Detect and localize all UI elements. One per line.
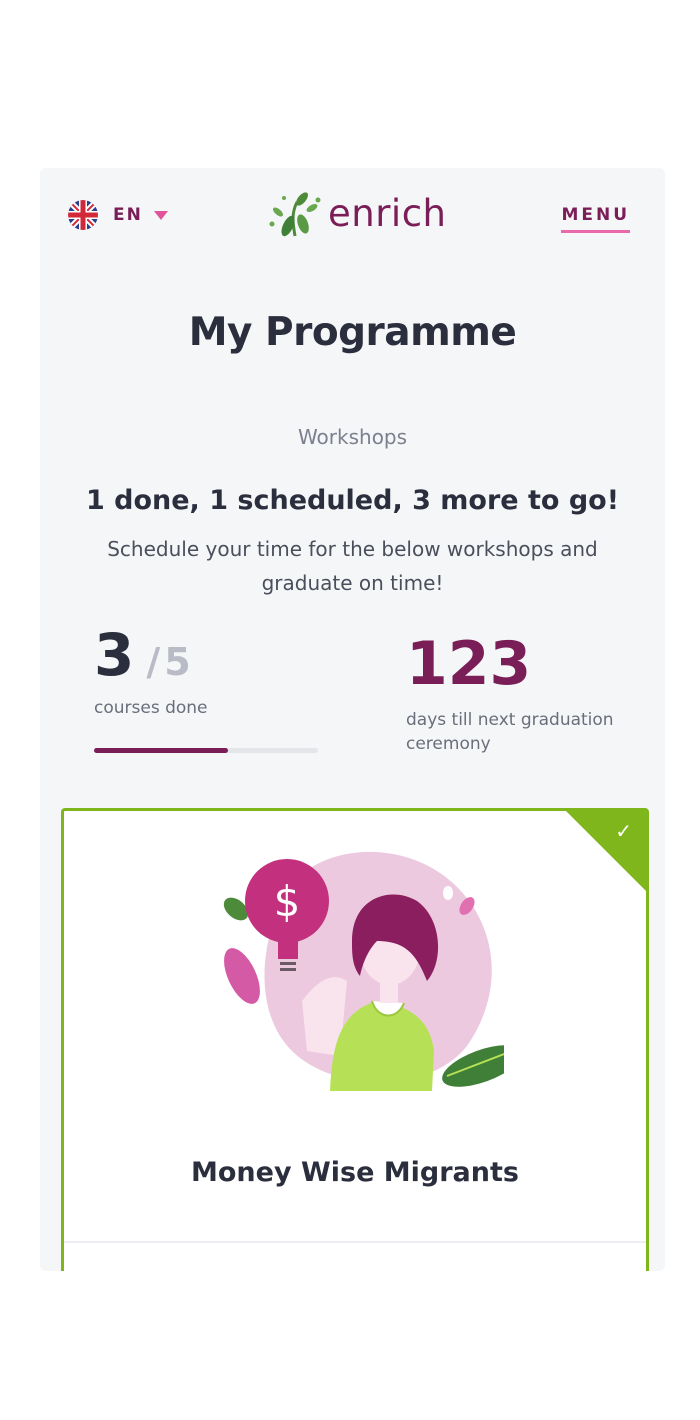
section-label: Workshops bbox=[297, 425, 408, 449]
svg-text:$: $ bbox=[274, 877, 301, 926]
days-count: 123 bbox=[406, 629, 532, 699]
days-label: days till next graduation ceremony bbox=[406, 710, 614, 754]
sprout-logo-icon bbox=[269, 192, 321, 237]
courses-stat: 3/5 courses done bbox=[94, 626, 318, 718]
logo-text: enrich bbox=[328, 191, 447, 235]
courses-separator: / bbox=[146, 640, 161, 684]
check-icon: ✓ bbox=[615, 819, 632, 843]
days-stat: 123 days till next graduation ceremony bbox=[406, 634, 636, 756]
uk-flag-icon bbox=[68, 200, 98, 230]
chevron-down-icon bbox=[153, 210, 168, 220]
money-wise-illustration: $ bbox=[223, 851, 504, 1091]
language-selector[interactable]: EN bbox=[68, 200, 168, 230]
progress-summary: 1 done, 1 scheduled, 3 more to go! bbox=[85, 485, 620, 516]
courses-label: courses done bbox=[94, 698, 208, 718]
menu-button[interactable]: MENU bbox=[561, 205, 630, 233]
language-code: EN bbox=[113, 205, 143, 225]
workshop-card[interactable]: ✓ $ Money Wise Migrants bbox=[61, 808, 649, 1271]
completed-corner bbox=[566, 811, 646, 891]
card-divider bbox=[64, 1241, 646, 1243]
page-title: My Programme bbox=[188, 310, 517, 355]
courses-done-count: 3 bbox=[94, 621, 135, 689]
programme-panel: EN enrich MENU My Programme Workshops 1 … bbox=[40, 168, 665, 1271]
courses-progress-fill bbox=[94, 748, 229, 753]
schedule-subtitle: Schedule your time for the below worksho… bbox=[107, 537, 598, 595]
workshop-title: Money Wise Migrants bbox=[191, 1157, 519, 1188]
enrich-logo[interactable]: enrich bbox=[266, 186, 447, 240]
courses-progress-bar bbox=[94, 748, 318, 753]
courses-total-count: 5 bbox=[164, 640, 191, 684]
